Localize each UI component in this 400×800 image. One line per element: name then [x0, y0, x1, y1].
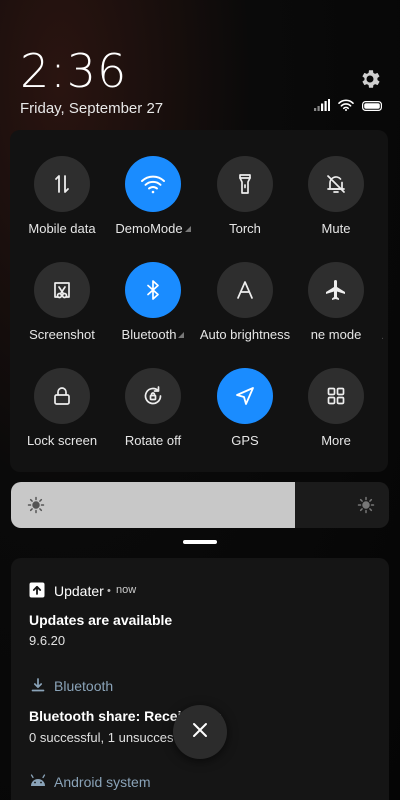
- tile-label: Rotate off: [124, 433, 182, 448]
- tile-label: ne mode: [290, 327, 382, 342]
- gear-icon[interactable]: [358, 67, 382, 91]
- tile-mute[interactable]: Mute: [290, 156, 382, 236]
- tile-auto-brightness[interactable]: Auto brightness: [199, 262, 291, 342]
- auto-brightness-icon: [217, 262, 273, 318]
- date: Friday, September 27: [20, 100, 164, 117]
- tile-label: Auto brightness: [199, 327, 291, 342]
- wifi-icon: [125, 156, 181, 212]
- tile-label: Mute: [321, 221, 351, 236]
- caret-icon: [184, 226, 191, 232]
- battery-icon: [362, 98, 382, 116]
- tile-wifi[interactable]: DemoMode: [107, 156, 199, 236]
- tile-lock-screen[interactable]: Lock screen: [16, 368, 108, 448]
- notification-app-name: Updater: [54, 583, 104, 599]
- notification-separator: •: [107, 585, 111, 597]
- notification-time: now: [116, 584, 137, 596]
- tile-gps[interactable]: GPS: [199, 368, 291, 448]
- download-icon: [31, 678, 45, 697]
- tile-airplane-mode[interactable]: ne mode: [290, 262, 382, 342]
- brightness-fill: [11, 482, 295, 528]
- brightness-slider[interactable]: [11, 482, 389, 528]
- tile-bluetooth[interactable]: Bluetooth: [107, 262, 199, 342]
- tile-label: DemoMode: [107, 221, 199, 236]
- drag-handle[interactable]: [183, 540, 217, 544]
- notification-title: Bluetooth share: Receive: [29, 708, 198, 724]
- airplane-icon: [308, 262, 364, 318]
- bluetooth-icon: [125, 262, 181, 318]
- notification-app-name: Bluetooth: [54, 678, 114, 694]
- tile-label: Screenshot: [29, 327, 95, 342]
- notification-app-name: Android system: [54, 774, 151, 790]
- caret-icon: [178, 332, 185, 338]
- grid-icon: [308, 368, 364, 424]
- tile-rotate[interactable]: Rotate off: [107, 368, 199, 448]
- mobile-data-icon: [34, 156, 90, 212]
- quick-settings-panel: Mobile data DemoMode Torch Mute Screensh…: [10, 130, 388, 472]
- close-icon: [191, 721, 209, 744]
- bell-off-icon: [308, 156, 364, 212]
- tile-label: More: [321, 433, 351, 448]
- signal-icon: [314, 98, 330, 116]
- tile-torch[interactable]: Torch: [199, 156, 291, 236]
- brightness-low-icon: [27, 496, 45, 519]
- tile-more[interactable]: More: [290, 368, 382, 448]
- notification-body: 9.6.20: [29, 633, 66, 648]
- rotate-lock-icon: [125, 368, 181, 424]
- android-icon: [29, 773, 47, 792]
- tile-label: Mobile data: [28, 221, 96, 236]
- status-bar-icons: [314, 99, 382, 115]
- tile-label: Lock screen: [26, 433, 98, 448]
- torch-icon: [217, 156, 273, 212]
- brightness-high-icon: [357, 496, 375, 519]
- tile-label: Bluetooth: [107, 327, 199, 342]
- tile-label: Torch: [229, 221, 261, 236]
- notification-body: 0 successful, 1 unsucces: [29, 730, 174, 745]
- upload-icon: [29, 582, 45, 603]
- wifi-status-icon: [338, 98, 354, 116]
- screenshot-icon: [34, 262, 90, 318]
- notification-panel: Updater • now Updates are available 9.6.…: [11, 558, 389, 800]
- lock-icon: [34, 368, 90, 424]
- gps-icon: [217, 368, 273, 424]
- notification-title: Updates are available: [29, 612, 173, 628]
- tile-mobile-data[interactable]: Mobile data: [16, 156, 108, 236]
- clock: 2:36: [20, 44, 128, 98]
- clear-notifications-button[interactable]: [173, 705, 227, 759]
- tile-label: GPS: [231, 433, 259, 448]
- tile-screenshot[interactable]: Screenshot: [16, 262, 108, 342]
